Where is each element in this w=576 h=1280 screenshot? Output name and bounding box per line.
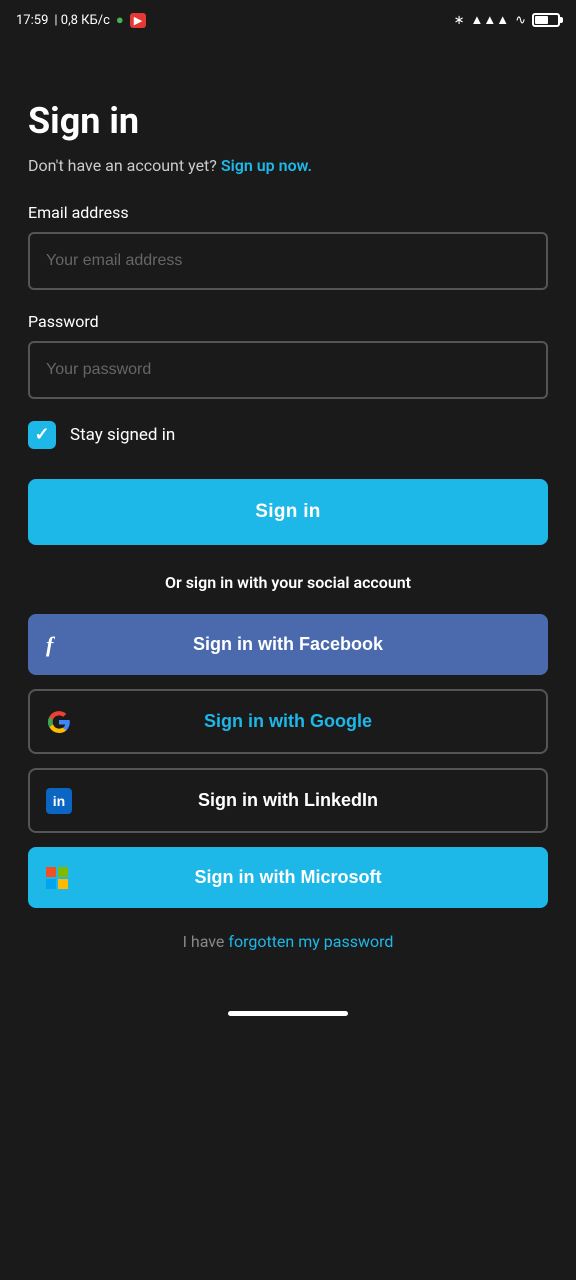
signup-link[interactable]: Sign up now. — [221, 156, 312, 175]
email-input[interactable] — [28, 232, 548, 290]
main-content: Sign in Don't have an account yet? Sign … — [0, 40, 576, 991]
linkedin-icon: in — [46, 788, 72, 814]
linkedin-label: Sign in with LinkedIn — [198, 790, 378, 811]
forgotten-password-link[interactable]: forgotten my password — [228, 932, 393, 951]
page-title: Sign in — [28, 100, 548, 142]
stay-signed-in-row[interactable]: ✓ Stay signed in — [28, 421, 548, 449]
microsoft-icon — [46, 867, 68, 889]
signup-prompt: Don't have an account yet? Sign up now. — [28, 156, 548, 175]
email-label: Email address — [28, 203, 548, 222]
social-divider: Or sign in with your social account — [28, 573, 548, 592]
wifi-icon: ∿ — [515, 13, 526, 28]
linkedin-signin-button[interactable]: in Sign in with LinkedIn — [28, 768, 548, 833]
checkmark-icon: ✓ — [34, 426, 49, 444]
facebook-label: Sign in with Facebook — [193, 634, 383, 655]
microsoft-signin-button[interactable]: Sign in with Microsoft — [28, 847, 548, 908]
password-label: Password — [28, 312, 548, 331]
forgotten-password-section: I have forgotten my password — [28, 932, 548, 951]
stay-signed-in-label: Stay signed in — [70, 425, 175, 445]
status-right: ∗ ▲▲▲ ∿ — [454, 12, 560, 28]
signal-icon: ▲▲▲ — [470, 12, 509, 28]
time: 17:59 — [16, 13, 48, 28]
microsoft-label: Sign in with Microsoft — [195, 867, 382, 888]
status-left: 17:59 | 0,8 КБ/с ● ▶ — [16, 12, 146, 28]
bluetooth-icon: ∗ — [454, 13, 465, 28]
network-speed: | 0,8 КБ/с — [54, 13, 110, 28]
password-input[interactable] — [28, 341, 548, 399]
google-label: Sign in with Google — [204, 711, 372, 732]
status-bar: 17:59 | 0,8 КБ/с ● ▶ ∗ ▲▲▲ ∿ — [0, 0, 576, 40]
google-icon — [48, 711, 70, 733]
google-signin-button[interactable]: Sign in with Google — [28, 689, 548, 754]
notification-icon: ▶ — [130, 13, 146, 28]
stay-signed-in-checkbox[interactable]: ✓ — [28, 421, 56, 449]
facebook-icon: f — [46, 632, 53, 658]
home-indicator — [228, 1011, 348, 1016]
vpn-icon: ● — [116, 12, 124, 28]
battery-icon — [532, 13, 560, 27]
facebook-signin-button[interactable]: f Sign in with Facebook — [28, 614, 548, 675]
signin-button[interactable]: Sign in — [28, 479, 548, 545]
